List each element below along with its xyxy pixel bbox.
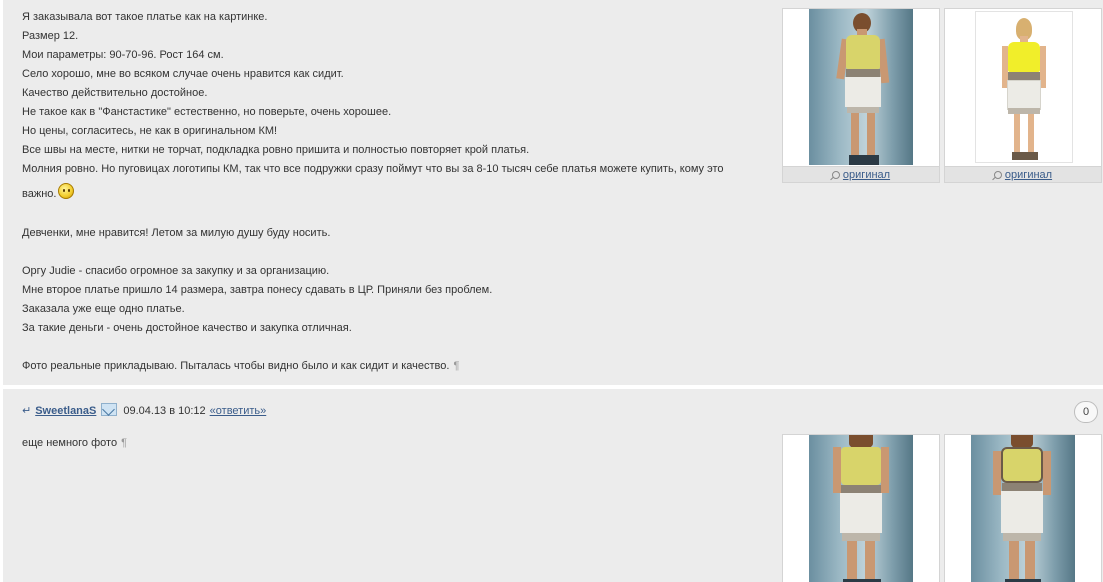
magnifier-icon xyxy=(831,171,840,179)
smiley-icon xyxy=(58,183,75,199)
post-line: Я заказывала вот такое платье как на кар… xyxy=(22,11,268,23)
post-line: Оргу Judie - спасибо огромное за закупку… xyxy=(22,265,330,277)
photo-thumbnail[interactable] xyxy=(944,434,1102,582)
post-line: За такие деньги - очень достойное качест… xyxy=(22,322,352,334)
pilcrow-icon: ¶ xyxy=(121,437,127,449)
post-line-text: важно. xyxy=(22,188,57,200)
comment-line: еще немного фото ¶ xyxy=(22,434,127,453)
post-line: важно. xyxy=(22,179,724,205)
reply-arrow-icon: ↵ xyxy=(22,405,32,417)
post-line: Мои параметры: 90-70-96. Рост 164 см. xyxy=(22,49,224,61)
post-line: Девченки, мне нравится! Летом за милую д… xyxy=(22,227,331,239)
rating-counter[interactable]: 0 xyxy=(1074,401,1098,423)
comment-text: еще немного фото ¶ xyxy=(22,434,127,453)
thumbnail-caption: оригинал xyxy=(783,166,939,182)
comment: ↵ SweetlanaS 09.04.13 в 10:12 «ответить» 0 … xyxy=(3,389,1103,582)
comment-header: ↵ SweetlanaS 09.04.13 в 10:12 «ответить» xyxy=(22,403,266,419)
pilcrow-icon: ¶ xyxy=(453,360,460,372)
post-body: Я заказывала вот такое платье как на кар… xyxy=(3,0,1103,385)
post-line-text: Фото реальные прикладываю. Пыталась чтоб… xyxy=(22,360,450,372)
dress-photo xyxy=(809,435,913,582)
post-line: Все швы на месте, нитки не торчат, подкл… xyxy=(22,144,530,156)
original-link[interactable]: оригинал xyxy=(843,169,890,181)
post-line: Заказала уже еще одно платье. xyxy=(22,303,185,315)
post-line: Размер 12. xyxy=(22,30,79,42)
photo-thumbnail[interactable]: оригинал xyxy=(944,8,1102,183)
post-line: Но цены, согласитесь, не как в оригиналь… xyxy=(22,125,278,137)
photo-thumbnail-image[interactable] xyxy=(783,9,939,167)
photo-thumbnail-image[interactable] xyxy=(945,9,1101,167)
magnifier-icon xyxy=(993,171,1002,179)
username-link[interactable]: SweetlanaS xyxy=(35,405,96,417)
photo-thumbnail-image[interactable] xyxy=(945,435,1101,582)
post-text: Я заказывала вот такое платье как на кар… xyxy=(22,8,724,376)
dress-photo xyxy=(971,435,1075,582)
photo-thumbnail-image[interactable] xyxy=(783,435,939,582)
post-line: Качество действительно достойное. xyxy=(22,87,208,99)
comment-line-text: еще немного фото xyxy=(22,437,118,449)
photo-thumbnail[interactable]: оригинал xyxy=(782,8,940,183)
post-line: Молния ровно. Но пуговицах логотипы КМ, … xyxy=(22,163,724,175)
original-link[interactable]: оригинал xyxy=(1005,169,1052,181)
thumbnail-caption: оригинал xyxy=(945,166,1101,182)
post-line: Село хорошо, мне во всяком случае очень … xyxy=(22,68,344,80)
post-line: Не такое как в "Фанстастике" естественно… xyxy=(22,106,392,118)
post-date: 09.04.13 в 10:12 xyxy=(123,405,206,417)
post-line: Мне второе платье пришло 14 размера, зав… xyxy=(22,284,493,296)
mail-icon[interactable] xyxy=(101,403,118,416)
reply-link[interactable]: «ответить» xyxy=(210,405,267,417)
dress-photo xyxy=(975,11,1073,163)
photo-thumbnail[interactable] xyxy=(782,434,940,582)
post-line: Фото реальные прикладываю. Пыталась чтоб… xyxy=(22,357,724,376)
dress-photo xyxy=(809,9,913,165)
